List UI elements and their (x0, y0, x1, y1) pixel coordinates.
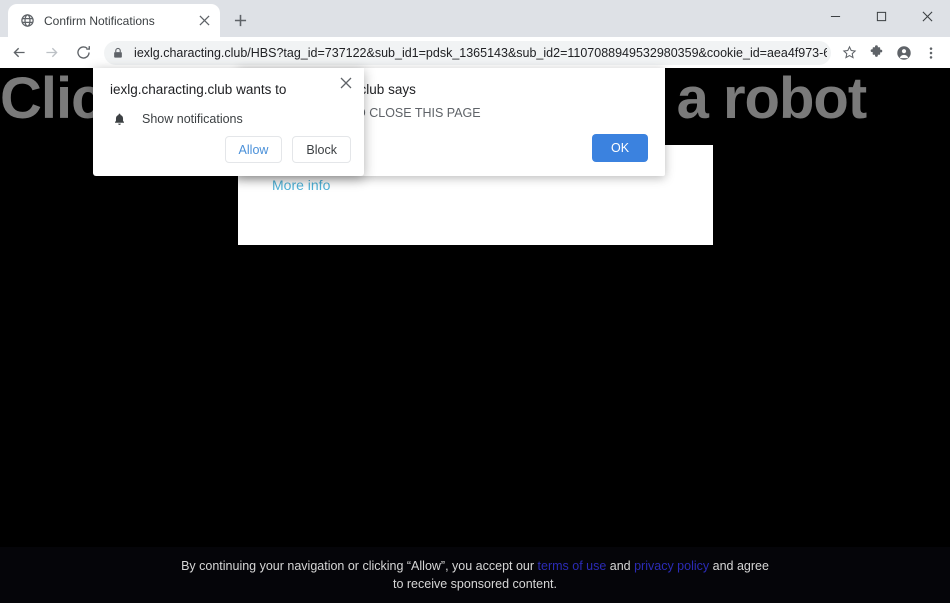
tab-close-icon[interactable] (194, 11, 214, 31)
tab-title: Confirm Notifications (44, 13, 194, 29)
cookie-text-middle: and (606, 559, 634, 573)
new-tab-button[interactable] (226, 6, 254, 34)
close-icon[interactable] (336, 73, 356, 93)
window-controls (812, 0, 950, 32)
three-dot-menu-icon[interactable] (918, 40, 944, 66)
block-button[interactable]: Block (292, 136, 351, 163)
permission-row: Show notifications (110, 110, 243, 128)
lock-icon (108, 43, 128, 63)
browser-window: Confirm Notifications (0, 0, 950, 603)
terms-of-use-link[interactable]: terms of use (538, 559, 607, 573)
notification-permission-bubble: iexlg.characting.club wants to Show noti… (93, 68, 364, 176)
more-info-link[interactable]: More info (272, 176, 330, 194)
permission-actions: Allow Block (225, 136, 351, 163)
cookie-consent-banner: By continuing your navigation or clickin… (0, 547, 950, 603)
minimize-button[interactable] (812, 0, 858, 32)
cookie-consent-text: By continuing your navigation or clickin… (175, 557, 775, 593)
tab-strip: Confirm Notifications (0, 0, 254, 37)
forward-button[interactable] (38, 39, 64, 67)
privacy-policy-link[interactable]: privacy policy (634, 559, 709, 573)
allow-button[interactable]: Allow (225, 136, 283, 163)
browser-tab[interactable]: Confirm Notifications (8, 4, 220, 37)
avatar-icon[interactable] (891, 40, 917, 66)
permission-title: iexlg.characting.club wants to (110, 80, 286, 100)
puzzle-icon[interactable] (864, 40, 890, 66)
bell-icon (110, 110, 128, 128)
url-text: iexlg.characting.club/HBS?tag_id=737122&… (134, 43, 827, 63)
close-button[interactable] (904, 0, 950, 32)
globe-icon (19, 13, 35, 29)
alert-ok-button[interactable]: OK (592, 134, 648, 162)
maximize-button[interactable] (858, 0, 904, 32)
title-bar: Confirm Notifications (0, 0, 950, 37)
address-bar[interactable]: iexlg.characting.club/HBS?tag_id=737122&… (104, 41, 831, 65)
star-icon[interactable] (837, 40, 863, 66)
cookie-text-before: By continuing your navigation or clickin… (181, 559, 537, 573)
reload-button[interactable] (70, 39, 96, 67)
browser-toolbar: iexlg.characting.club/HBS?tag_id=737122&… (0, 37, 950, 68)
permission-label: Show notifications (142, 110, 243, 128)
back-button[interactable] (6, 39, 32, 67)
